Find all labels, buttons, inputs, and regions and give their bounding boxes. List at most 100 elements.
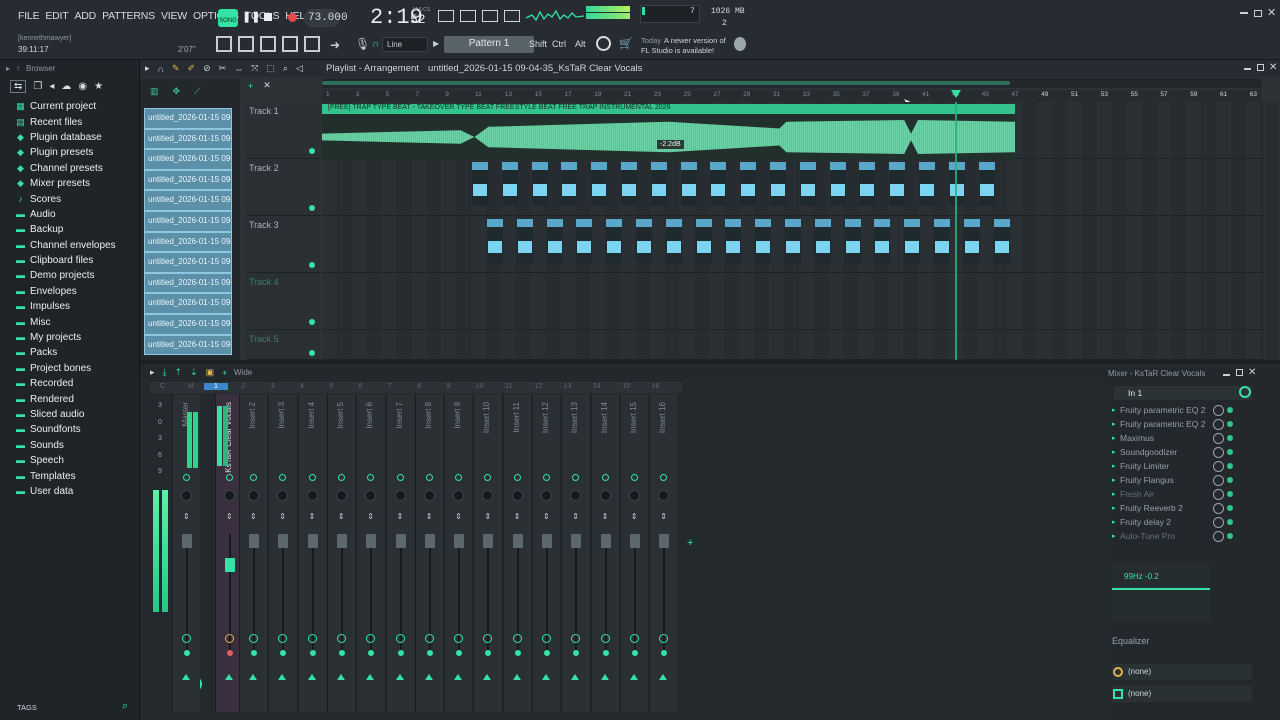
audio-clip-slice[interactable] xyxy=(859,162,876,206)
route-led[interactable] xyxy=(485,650,492,656)
pencil-icon[interactable]: ✎ xyxy=(172,63,180,74)
zoom-icon[interactable]: ⌕ xyxy=(283,63,288,74)
effect-enable-led[interactable] xyxy=(1227,407,1233,413)
strip-enable-led[interactable] xyxy=(279,474,287,481)
output-clock-icon[interactable] xyxy=(1113,667,1123,677)
playlist-scrollbar[interactable] xyxy=(322,78,1262,88)
audio-clip-slice[interactable] xyxy=(516,219,533,263)
stereo-sep-icon[interactable]: ⇕ xyxy=(397,512,404,521)
effect-enable-led[interactable] xyxy=(1227,477,1233,483)
audio-clip-slice[interactable] xyxy=(829,162,846,206)
audio-clip-slice[interactable] xyxy=(501,162,518,206)
mixer-minimize[interactable] xyxy=(1223,374,1230,376)
browser-item-sounds[interactable]: ▬ Sounds xyxy=(0,438,140,453)
stereo-sep-icon[interactable]: ⇕ xyxy=(226,512,233,521)
mixer-strip[interactable]: Insert 16 ⇕ xyxy=(649,394,678,712)
metronome-icon[interactable] xyxy=(504,10,520,22)
route-led[interactable] xyxy=(368,650,375,656)
stereo-sep-icon[interactable]: ⇕ xyxy=(367,512,374,521)
microphone-icon[interactable]: 🎙 xyxy=(355,37,370,51)
mixer-width-label[interactable]: Wide xyxy=(234,368,252,377)
strip-number[interactable]: 6 xyxy=(359,383,363,390)
pan-knob[interactable] xyxy=(224,490,235,501)
route-arrow-icon[interactable] xyxy=(307,674,316,680)
browser-item-plugin-database[interactable]: ◆ Plugin database xyxy=(0,130,140,145)
playhead-marker[interactable] xyxy=(951,90,961,98)
strip-enable-led[interactable] xyxy=(308,474,316,481)
audio-clip-slice[interactable] xyxy=(576,219,593,263)
strip-enable-led[interactable] xyxy=(367,474,375,481)
step-edit-icon[interactable] xyxy=(460,10,476,22)
alt-key-button[interactable]: Alt xyxy=(575,39,586,49)
volume-fader[interactable] xyxy=(600,534,611,548)
strip-number[interactable]: 12 xyxy=(534,383,542,390)
strip-enable-led[interactable] xyxy=(660,474,668,481)
audio-clip-slice[interactable] xyxy=(919,162,935,206)
pan-knob[interactable] xyxy=(541,490,552,501)
route-led[interactable] xyxy=(456,650,463,656)
effect-mix-knob[interactable] xyxy=(1213,446,1224,458)
mixer-layout-icon[interactable]: ▣ xyxy=(206,367,215,378)
mixer-strip[interactable]: Master ⇕ xyxy=(172,394,200,712)
track-mute-led[interactable] xyxy=(309,262,315,268)
route-arrow-icon[interactable] xyxy=(336,674,345,680)
send-knob[interactable] xyxy=(512,634,522,643)
send-knob[interactable] xyxy=(571,634,581,643)
send-knob[interactable] xyxy=(659,634,669,643)
route-arrow-icon[interactable] xyxy=(629,674,638,680)
menu-patterns[interactable]: PATTERNS xyxy=(102,10,155,22)
pan-knob[interactable] xyxy=(453,490,465,501)
track-lane[interactable] xyxy=(322,159,1264,216)
mixer-view-icon[interactable] xyxy=(282,36,298,52)
pattern-select[interactable]: Pattern 1 xyxy=(444,36,534,53)
fl-logo-icon[interactable] xyxy=(734,37,746,51)
stereo-sep-icon[interactable]: ⇕ xyxy=(514,512,521,521)
strip-number[interactable]: 16 xyxy=(652,383,660,390)
route-arrow-icon[interactable] xyxy=(659,674,668,680)
slice-icon[interactable]: ⤧ xyxy=(251,63,258,74)
effect-enable-led[interactable] xyxy=(1227,449,1233,455)
strip-enable-led[interactable] xyxy=(425,474,433,481)
effect-slot[interactable]: ▸ Fruity Limiter xyxy=(1108,459,1256,473)
route-arrow-icon[interactable] xyxy=(571,674,580,680)
mute-icon[interactable]: ✂ xyxy=(219,63,227,74)
menu-file[interactable]: FILE xyxy=(18,10,40,22)
effect-slot[interactable]: ▸ Fruity Reeverb 2 xyxy=(1108,501,1256,515)
strip-number[interactable]: 14 xyxy=(593,383,601,390)
effect-enable-led[interactable] xyxy=(1227,421,1233,427)
audio-clip-slice[interactable] xyxy=(650,162,667,206)
mixer-strip[interactable]: Insert 12 ⇕ xyxy=(532,394,560,712)
audio-clip-slice[interactable] xyxy=(874,219,891,263)
browser-item-sliced-audio[interactable]: ▬ Sliced audio xyxy=(0,407,140,422)
track-lane[interactable] xyxy=(322,330,1264,360)
snap-select[interactable]: Line xyxy=(382,37,428,52)
magnet-icon[interactable]: ∩ xyxy=(158,64,164,74)
clip-source-item[interactable]: untitled_2026-01-15 09-... xyxy=(144,313,232,335)
stereo-sep-icon[interactable]: ⇕ xyxy=(543,512,550,521)
route-arrow-icon[interactable] xyxy=(600,674,609,680)
send-knob[interactable] xyxy=(395,634,405,643)
stereo-sep-icon[interactable]: ⇕ xyxy=(279,512,286,521)
pan-knob[interactable] xyxy=(365,490,377,501)
effect-mix-knob[interactable] xyxy=(1213,418,1224,430)
audio-clip-slice[interactable] xyxy=(487,219,503,263)
clip-source-item[interactable]: untitled_2026-01-15 09-... xyxy=(144,108,232,129)
shop-cart-icon[interactable]: 🛒 xyxy=(619,37,633,50)
effect-mix-knob[interactable] xyxy=(1213,488,1224,500)
track-header[interactable]: Track 2 xyxy=(246,159,320,216)
strip-enable-led[interactable] xyxy=(484,474,492,481)
effect-mix-knob[interactable] xyxy=(1213,432,1224,444)
route-led[interactable] xyxy=(309,650,316,656)
effect-enable-led[interactable] xyxy=(1227,463,1233,469)
browser-star-icon[interactable]: ★ xyxy=(94,81,103,92)
pan-knob[interactable] xyxy=(248,490,259,501)
channel-rack-icon[interactable] xyxy=(238,36,254,52)
browser-item-demo-projects[interactable]: ▬ Demo projects xyxy=(0,268,140,283)
mixer-down-icon[interactable]: ⇣ xyxy=(190,367,198,378)
effect-mix-knob[interactable] xyxy=(1213,502,1224,514)
audio-clip-slice[interactable] xyxy=(740,162,757,206)
news-text-1[interactable]: A newer version of xyxy=(664,36,726,45)
audio-clip-slice[interactable] xyxy=(993,219,1010,263)
route-led[interactable] xyxy=(426,650,433,656)
pan-knob[interactable] xyxy=(394,490,406,501)
